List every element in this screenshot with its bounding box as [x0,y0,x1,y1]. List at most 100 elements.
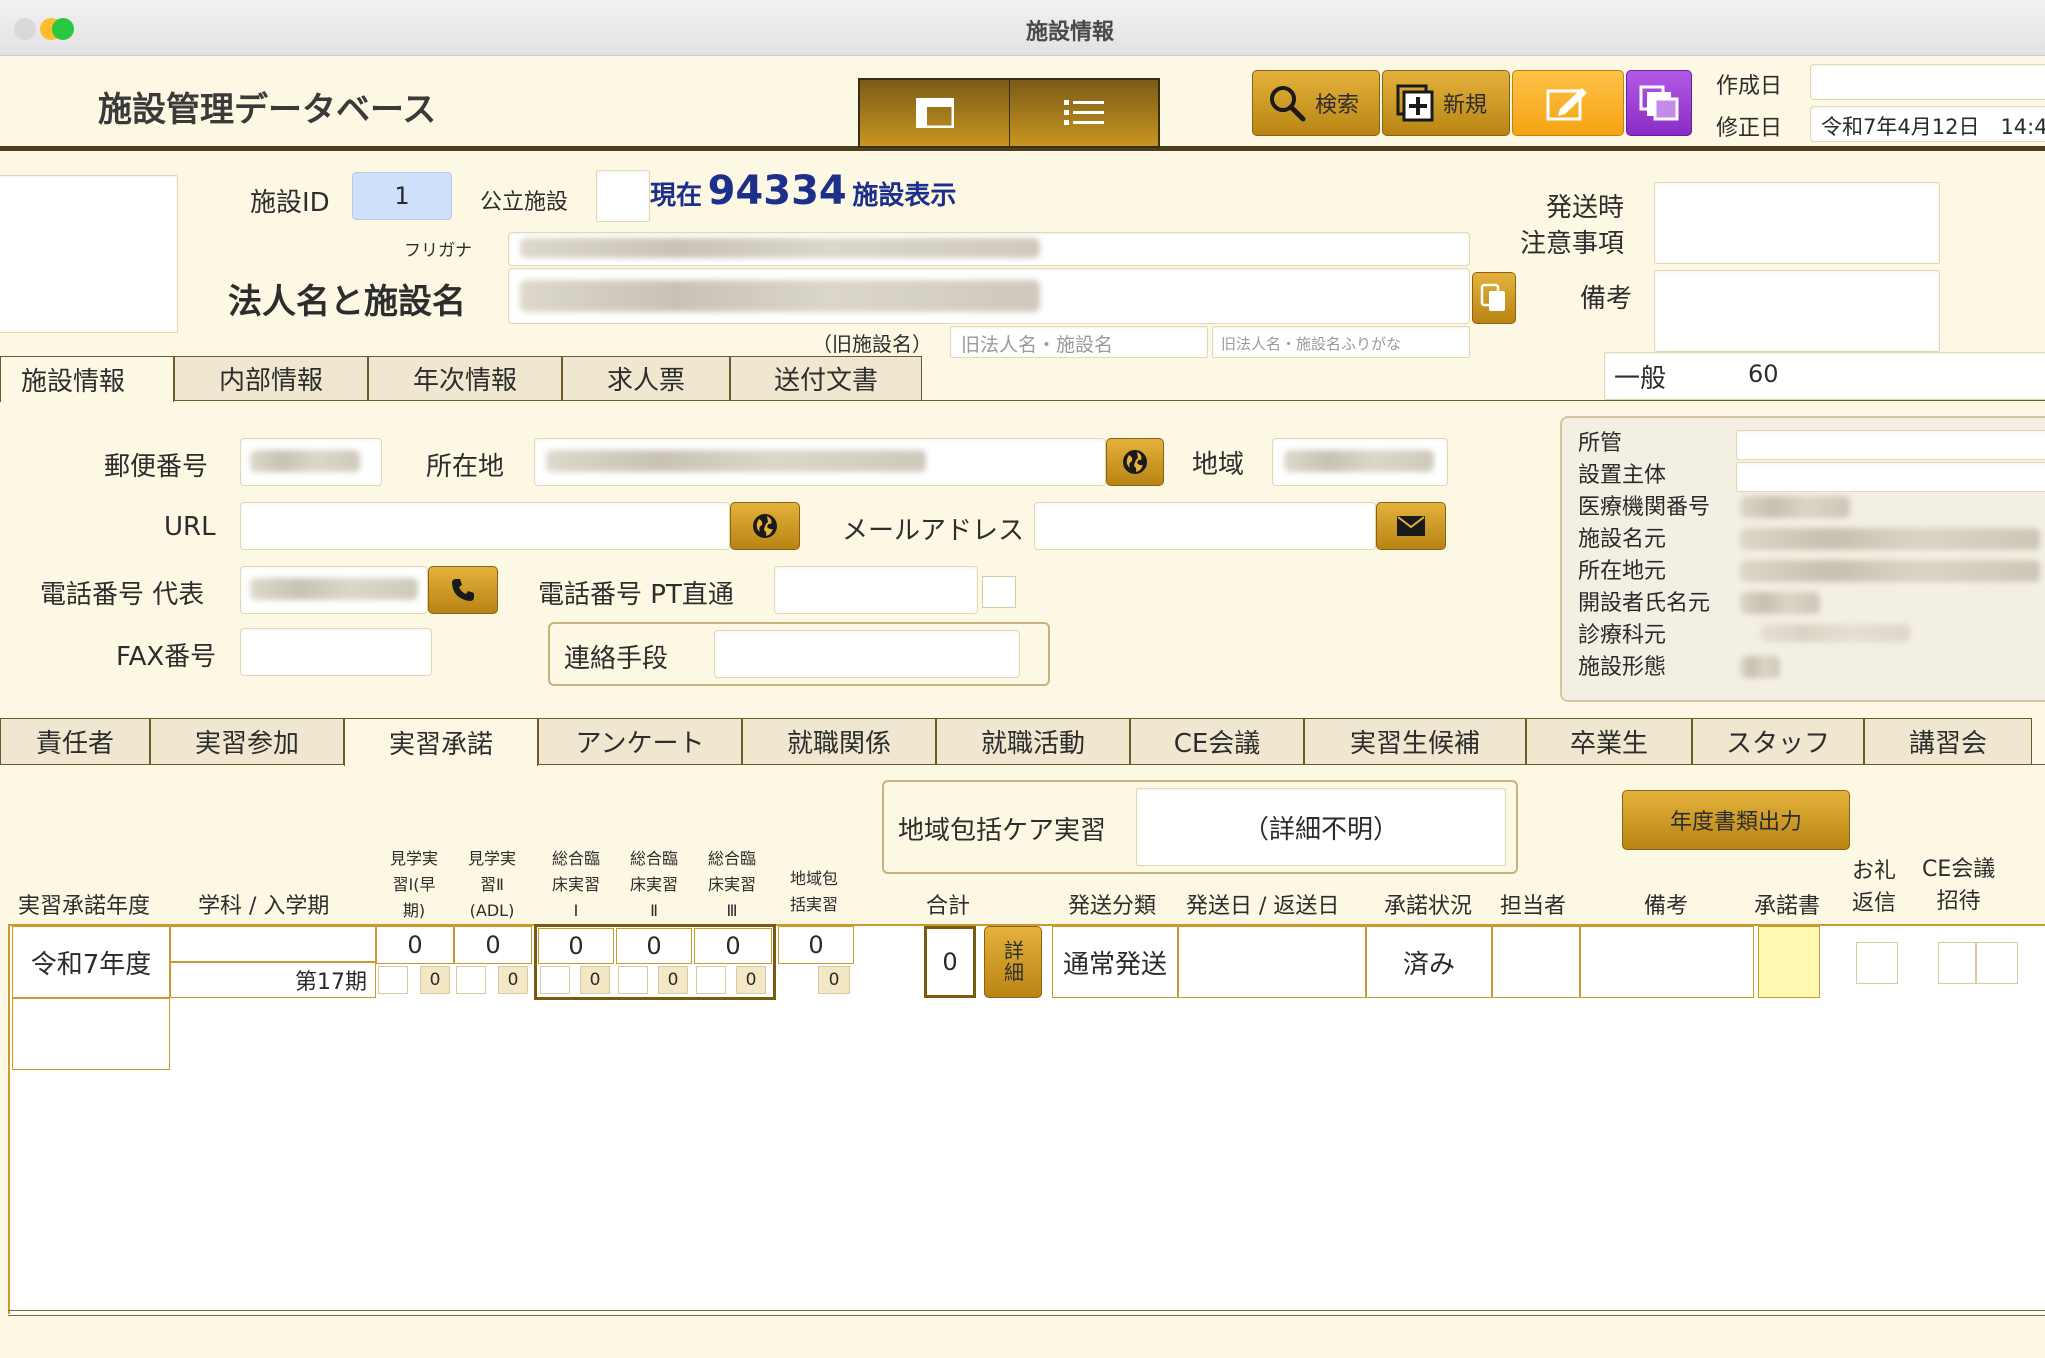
annual-report-button[interactable]: 年度書類出力 [1622,790,1850,850]
tab-annual-info[interactable]: 年次情報 [368,356,562,400]
tab-staff[interactable]: スタッフ [1692,718,1864,764]
copy-icon [1639,85,1679,121]
modified-field[interactable]: 令和7年4月12日 14:4 [1810,106,2045,142]
contact-method-label: 連絡手段 [564,644,669,674]
fax-label: FAX番号 [116,642,217,672]
row-thanks-checkbox[interactable] [1856,942,1898,984]
tab-responsible-person[interactable]: 責任者 [0,718,150,764]
tab-employment[interactable]: 就職関係 [742,718,936,764]
facility-id-label: 施設ID [250,188,330,218]
fax-field[interactable] [240,628,432,676]
tab-sent-documents[interactable]: 送付文書 [730,356,922,400]
window-titlebar: 施設情報 [0,0,2045,56]
row-gen3[interactable]: 0 [694,928,772,964]
row-year[interactable]: 令和7年度 [12,926,170,998]
category-box [1604,352,2045,400]
founder-entity-field[interactable] [1736,462,2045,492]
contact-method-field[interactable] [714,630,1020,678]
tab-facility-info[interactable]: 施設情報 [0,356,174,402]
row-gen1[interactable]: 0 [538,928,614,964]
duplicate-button[interactable] [1626,70,1692,136]
tab-internal-info[interactable]: 内部情報 [174,356,368,400]
form-view-button[interactable] [860,80,1010,146]
old-name-field[interactable]: 旧法人名・施設名 [950,326,1208,358]
header-year: 実習承諾年度 [18,894,151,919]
row-regional-sub[interactable]: 0 [818,966,850,994]
facility-id-field[interactable]: 1 [352,172,452,220]
header-person: 担当者 [1500,894,1567,919]
map-button[interactable] [1106,438,1164,486]
row-gen2-checkbox[interactable] [618,966,648,994]
row-status[interactable]: 済み [1366,926,1492,998]
row-send-date[interactable] [1178,926,1366,998]
address-redacted [546,450,926,472]
open-url-button[interactable] [730,502,800,550]
tab-student-candidates[interactable]: 実習生候補 [1304,718,1526,764]
row-obs1-sub[interactable]: 0 [420,966,450,994]
postal-redacted [250,450,360,472]
master-info-labels: 所管 設置主体 医療機関番号 施設名元 所在地元 開設者氏名元 診療科元 施設形… [1578,428,1710,684]
call-button[interactable] [428,566,498,614]
edit-button[interactable] [1512,70,1624,136]
tab-job-hunting[interactable]: 就職活動 [936,718,1130,764]
current-suffix: 施設表示 [852,181,957,211]
row-term[interactable]: 第17期 [170,962,376,998]
tab-workshop[interactable]: 講習会 [1864,718,2032,764]
phone-pt-checkbox[interactable] [982,576,1016,608]
row-ce-checkbox-1[interactable] [1938,942,1976,984]
row-send-type[interactable]: 通常発送 [1052,926,1178,998]
row-gen3-checkbox[interactable] [696,966,726,994]
source-founder-redacted [1740,592,1820,614]
row-gen3-sub[interactable]: 0 [736,966,766,994]
row-obs2[interactable]: 0 [454,926,532,964]
row-person[interactable] [1492,926,1580,998]
envelope-icon [1397,516,1425,536]
tab-job-posting[interactable]: 求人票 [562,356,730,400]
row-regional[interactable]: 0 [778,926,854,964]
furigana-label: フリガナ [404,241,472,261]
row-obs1[interactable]: 0 [376,926,454,964]
region-redacted [1284,450,1434,472]
header-total: 合計 [926,894,971,919]
row-consent-field[interactable] [1758,926,1820,998]
list-view-button[interactable] [1010,80,1158,146]
send-note-label-1: 発送時 [1546,193,1625,223]
row-detail-button[interactable]: 詳細 [984,926,1042,998]
search-button[interactable]: 検索 [1252,70,1380,136]
old-name-kana-field[interactable]: 旧法人名・施設名ふりがな [1212,326,1470,358]
row-obs2-checkbox[interactable] [456,966,486,994]
created-field[interactable] [1810,64,2045,100]
regional-care-field[interactable]: （詳細不明） [1136,788,1506,866]
row-gen2-sub[interactable]: 0 [658,966,688,994]
jurisdiction-field[interactable] [1736,430,2045,460]
row-gen1-checkbox[interactable] [540,966,570,994]
phone-pt-field[interactable] [774,566,978,614]
row-ce-checkbox-2[interactable] [1976,942,2018,984]
founder-entity-label: 設置主体 [1578,463,1667,488]
tab-survey[interactable]: アンケート [538,718,742,764]
row-obs2-sub[interactable]: 0 [498,966,528,994]
postal-label: 郵便番号 [104,452,209,482]
row-year-next[interactable] [12,998,170,1070]
row-dept[interactable] [170,926,376,962]
remarks-field[interactable] [1654,270,1940,352]
modified-label: 修正日 [1716,116,1783,141]
row-gen1-sub[interactable]: 0 [580,966,610,994]
new-record-button[interactable]: 新規 [1382,70,1510,136]
header-send-date: 発送日 / 返送日 [1186,894,1340,919]
url-field[interactable] [240,502,730,550]
address-label: 所在地 [426,452,505,482]
row-gen2[interactable]: 0 [616,928,692,964]
public-facility-field[interactable] [596,170,650,222]
row-obs1-checkbox[interactable] [378,966,408,994]
copy-name-button[interactable] [1472,272,1516,324]
header-obs2: 見学実 習Ⅱ (ADL) [467,849,516,920]
tab-graduates[interactable]: 卒業生 [1526,718,1692,764]
email-field[interactable] [1034,502,1376,550]
send-email-button[interactable] [1376,502,1446,550]
tab-ce-meeting[interactable]: CE会議 [1130,718,1304,764]
tab-practicum-participation[interactable]: 実習参加 [150,718,344,764]
row-remarks[interactable] [1580,926,1754,998]
send-note-field[interactable] [1654,182,1940,264]
tab-practicum-consent[interactable]: 実習承諾 [344,718,538,766]
